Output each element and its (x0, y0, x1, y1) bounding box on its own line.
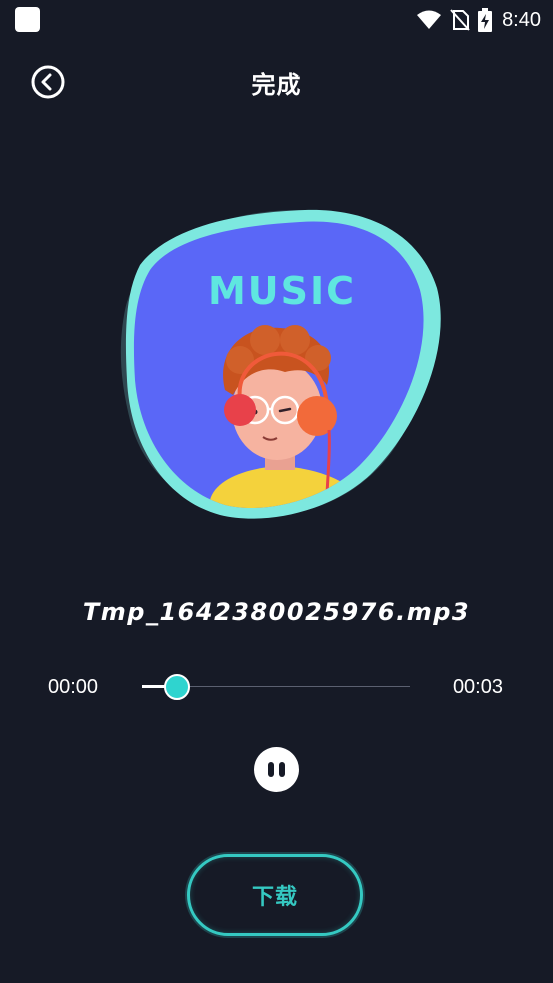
no-sim-icon (450, 9, 470, 31)
download-button[interactable]: 下载 (187, 854, 363, 936)
header: 完成 (0, 55, 553, 105)
status-time: 8:40 (502, 8, 541, 31)
battery-charging-icon (478, 8, 493, 32)
app-icon (15, 7, 40, 32)
music-illustration: MUSIC (120, 209, 441, 519)
album-artwork: MUSIC (115, 200, 450, 530)
download-label: 下载 (251, 885, 298, 910)
status-icons: 8:40 (416, 6, 541, 34)
pause-button[interactable] (254, 747, 299, 792)
page-title: 完成 (251, 71, 302, 99)
progress-slider[interactable] (142, 672, 410, 702)
music-text: MUSIC (208, 269, 356, 313)
total-time: 00:03 (452, 676, 503, 698)
status-bar: 8:40 (0, 0, 553, 40)
file-name: Tmp_1642380025976.mp3 (82, 598, 471, 626)
slider-thumb[interactable] (164, 674, 190, 700)
current-time: 00:00 (48, 676, 99, 698)
wifi-icon (417, 10, 442, 29)
